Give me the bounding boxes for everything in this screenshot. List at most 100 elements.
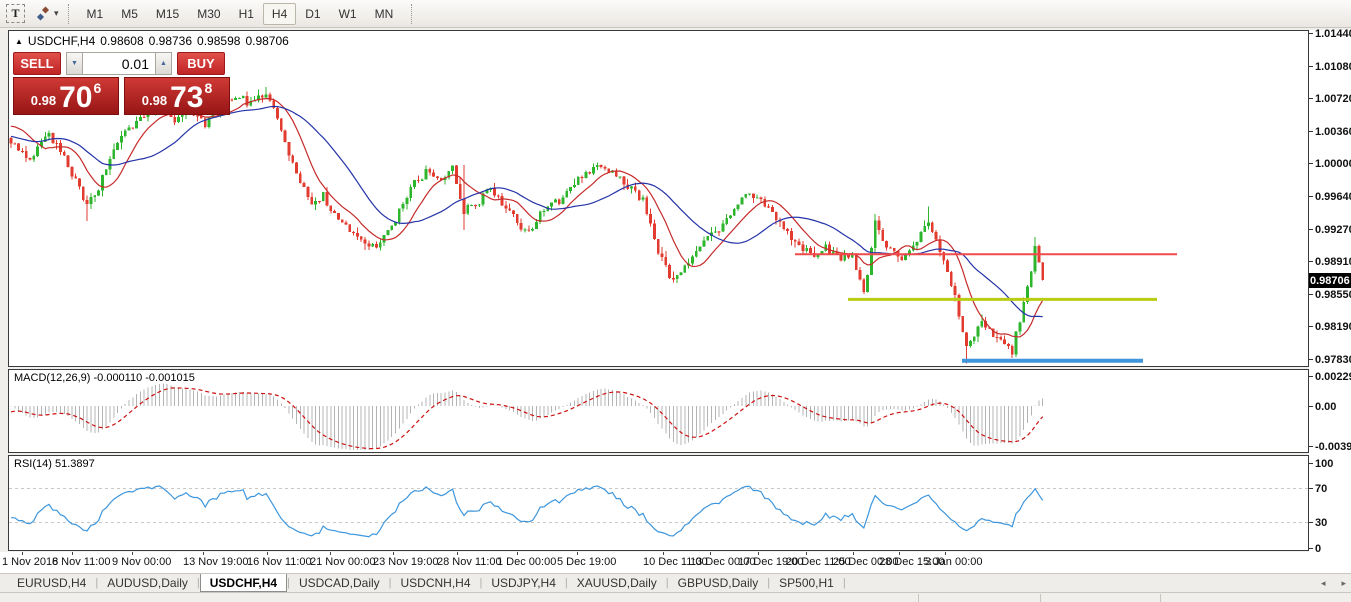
buy-price-pip: 8 [204,80,212,96]
chart-tab-audusd-daily[interactable]: AUDUSD,Daily [98,574,197,592]
time-tick [577,552,578,555]
sell-button[interactable]: SELL [13,52,61,75]
volume-input[interactable]: 0.01 [83,52,155,75]
macd-label: MACD(12,26,9) -0.000110 -0.001015 [14,372,195,384]
chart-tab-eurusd-h4[interactable]: EURUSD,H4 [8,574,95,592]
sell-price-tile[interactable]: 0.98 70 6 [13,77,119,115]
toolbar-grip [68,4,69,24]
up-arrow-icon: ▲ [160,60,167,67]
tab-scroll-arrows: ◂ ▸ [1321,574,1346,593]
price-axis-label: 1.01440 [1309,27,1351,40]
time-tick [663,552,664,555]
ohlc-high: 0.98736 [149,34,192,48]
time-tick [132,552,133,555]
chart-tab-usdcad-daily[interactable]: USDCAD,Daily [290,574,389,592]
time-tick [330,552,331,555]
price-axis-label: 0.97830 [1309,353,1351,366]
price-axis-label: 1.00360 [1309,125,1351,138]
price-axis-label: 0.98910 [1309,255,1351,268]
time-tick [393,552,394,555]
time-axis-label: 6 Nov 11:00 [52,556,111,568]
time-tick [457,552,458,555]
rsi-indicator-pane[interactable]: RSI(14) 51.3897 [8,455,1309,551]
timeframe-button-w1[interactable]: W1 [330,3,366,25]
chart-tab-sp500-h1[interactable]: SP500,H1 [770,574,843,592]
price-axis-label: 0.99270 [1309,223,1351,236]
macd-axis-label: 0.002297 [1309,370,1351,383]
time-axis-label: 5 Dec 19:00 [557,556,616,568]
time-axis-label: 13 Nov 19:00 [183,556,248,568]
price-axis-label: 1.01080 [1309,60,1351,73]
time-axis-label: 1 Nov 2018 [2,556,58,568]
price-axis-label: 0.98190 [1309,320,1351,333]
sell-price-pip: 6 [93,80,101,96]
time-tick [267,552,268,555]
volume-stepper: ▼ 0.01 ▲ [66,52,172,75]
rsi-axis-label: 30 [1309,516,1327,529]
time-axis-label: 28 Nov 11:00 [437,556,502,568]
ohlc-low: 0.98598 [197,34,240,48]
arrow-objects-tool-button[interactable]: ▾ [35,3,59,25]
time-tick [72,552,73,555]
chart-tab-gbpusd-daily[interactable]: GBPUSD,Daily [669,574,768,592]
time-tick [899,552,900,555]
chart-tab-usdchf-h4[interactable]: USDCHF,H4 [200,574,287,592]
volume-decrease-button[interactable]: ▼ [66,52,83,75]
price-chart-pane[interactable]: ▲ USDCHF,H4 0.98608 0.98736 0.98598 0.98… [8,30,1309,367]
time-tick [22,552,23,555]
chart-tab-usdcnh-h4[interactable]: USDCNH,H4 [392,574,480,592]
timeframe-button-mn[interactable]: MN [366,3,403,25]
tab-scroll-right-icon[interactable]: ▸ [1341,578,1346,589]
chart-symbol-label: USDCHF,H4 [28,34,95,48]
price-axis-label: 0.99640 [1309,190,1351,203]
text-tool-button[interactable]: T [0,3,25,25]
arrow-objects-icon [35,6,51,22]
time-axis-label: 9 Nov 00:00 [112,556,171,568]
time-tick [710,552,711,555]
rsi-axis-label: 70 [1309,482,1327,495]
timeframe-button-m30[interactable]: M30 [188,3,229,25]
tab-scroll-left-icon[interactable]: ◂ [1321,578,1326,589]
chart-tab-xauusd-daily[interactable]: XAUUSD,Daily [568,574,666,592]
time-tick [945,552,946,555]
timeframe-button-d1[interactable]: D1 [296,3,329,25]
arrows-dropdown-caret-icon[interactable]: ▾ [54,8,59,19]
ohlc-open: 0.98608 [100,34,143,48]
volume-increase-button[interactable]: ▲ [155,52,172,75]
time-tick [203,552,204,555]
macd-axis-label: -0.003904 [1309,440,1351,453]
timeframe-button-m1[interactable]: M1 [78,3,113,25]
ohlc-close: 0.98706 [245,34,288,48]
macd-indicator-pane[interactable]: MACD(12,26,9) -0.000110 -0.001015 [8,369,1309,453]
one-click-trade-panel: SELL ▼ 0.01 ▲ BUY 0.98 70 6 [13,52,235,115]
price-axis-label: 1.00000 [1309,157,1351,170]
chart-tab-usdjpy-h4[interactable]: USDJPY,H4 [482,574,564,592]
status-bar [0,592,1351,602]
tab-separator: | [843,574,846,592]
timeframe-button-h4[interactable]: H4 [263,3,296,25]
buy-price-big: 73 [170,85,203,111]
buy-button[interactable]: BUY [177,52,225,75]
collapse-trade-panel-icon[interactable]: ▲ [15,37,23,46]
rsi-label: RSI(14) 51.3897 [14,458,95,470]
timeframe-button-m5[interactable]: M5 [112,3,147,25]
timeframe-button-m15[interactable]: M15 [147,3,188,25]
time-tick [853,552,854,555]
toolbar-grip-2 [411,4,412,24]
time-axis-label: 16 Nov 11:00 [247,556,312,568]
sell-price-prefix: 0.98 [31,93,56,108]
chart-tab-bar: EURUSD,H4|AUDUSD,Daily|USDCHF,H4|USDCAD,… [0,573,1351,592]
time-axis-label: 3 Jan 00:00 [925,556,983,568]
buy-price-tile[interactable]: 0.98 73 8 [124,77,230,115]
timeframe-button-h1[interactable]: H1 [230,3,263,25]
price-axis-label: 0.98550 [1309,288,1351,301]
time-axis[interactable]: 1 Nov 20186 Nov 11:009 Nov 00:00 13 Nov 1… [0,552,1309,573]
time-axis-label: 21 Nov 00:00 [310,556,375,568]
text-tool-icon: T [6,4,25,23]
top-toolbar: T ▾ M1M5M15M30H1H4D1W1MN [0,0,1351,28]
price-axis[interactable]: 0.98706 1.014401.010801.007201.003601.00… [1309,30,1351,573]
buy-price-prefix: 0.98 [142,93,167,108]
time-axis-label: 23 Nov 19:00 [373,556,438,568]
time-tick [758,552,759,555]
mt4-terminal-window: T ▾ M1M5M15M30H1H4D1W1MN ▲ USDCHF,H4 0.9… [0,0,1351,602]
